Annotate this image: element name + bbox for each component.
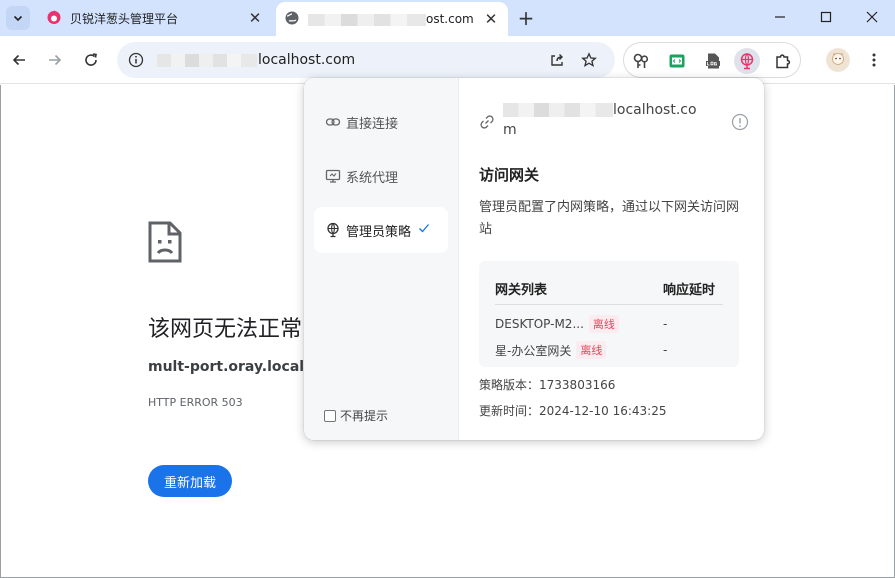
- mode-admin-policy[interactable]: 管理员策略: [314, 207, 448, 253]
- info-circle-icon: [128, 52, 144, 68]
- bookmark-button[interactable]: [577, 48, 601, 72]
- error-host: mult-port.oray.localho: [148, 359, 324, 375]
- address-bar[interactable]: localhost.com: [117, 42, 615, 78]
- gateway-table: 网关列表 响应延时 DESKTOP-M2... 离线 - 星-办公室网关 离线 …: [479, 261, 739, 367]
- new-tab-button[interactable]: +: [514, 6, 538, 30]
- tab-close-icon[interactable]: ✕: [482, 10, 500, 28]
- error-code: HTTP ERROR 503: [148, 396, 243, 409]
- gateway-name: DESKTOP-M2...: [495, 317, 584, 331]
- extension-log-button[interactable]: [700, 48, 726, 74]
- link-icon: [325, 114, 341, 130]
- table-row[interactable]: 星-办公室网关 离线 -: [495, 340, 723, 360]
- mode-label: 系统代理: [346, 170, 399, 186]
- globe-pin-icon: [325, 222, 341, 238]
- reload-toolbar-button[interactable]: [79, 48, 103, 72]
- status-badge: 离线: [588, 315, 619, 333]
- reload-button[interactable]: 重新加载: [148, 465, 232, 497]
- minimize-button[interactable]: [757, 0, 803, 34]
- link-icon: [479, 114, 495, 130]
- mode-label: 直接连接: [346, 116, 399, 132]
- share-icon: [551, 54, 563, 66]
- column-gateway-list: 网关列表: [495, 283, 548, 298]
- extension-oray-gateway-button[interactable]: [734, 48, 760, 74]
- site-info-button[interactable]: [123, 47, 149, 73]
- gateway-description: 管理员配置了内网策略，通过以下网关访问网站: [479, 200, 740, 237]
- arrow-left-icon: [12, 54, 25, 66]
- redacted-text: [157, 53, 257, 67]
- code-icon: [669, 54, 685, 68]
- info-icon[interactable]: [731, 113, 749, 131]
- extension-keys-button[interactable]: [628, 48, 654, 74]
- puzzle-icon: [776, 54, 791, 69]
- dont-show-label: 不再提示: [340, 409, 389, 423]
- table-row[interactable]: DESKTOP-M2... 离线 -: [495, 314, 723, 334]
- minimize-icon: [775, 16, 785, 18]
- refresh-icon: [85, 53, 97, 66]
- extensions-menu-button[interactable]: [770, 48, 796, 74]
- profile-avatar[interactable]: [826, 48, 850, 72]
- tab-strip: 贝锐洋葱头管理平台 ✕ ost.com ✕ +: [0, 0, 895, 36]
- back-button[interactable]: [7, 48, 31, 72]
- table-header: 网关列表 响应延时: [495, 279, 723, 305]
- mode-label: 管理员策略: [346, 224, 412, 240]
- policy-version: 策略版本：1733803166: [479, 378, 616, 392]
- current-host: localhost.co m: [479, 100, 749, 140]
- mode-system-proxy[interactable]: 系统代理: [314, 153, 448, 199]
- tab-title: 贝锐洋葱头管理平台: [70, 11, 179, 26]
- share-button[interactable]: [545, 48, 569, 72]
- globe-pin-icon: [740, 53, 754, 70]
- maximize-button[interactable]: [803, 0, 849, 34]
- dont-show-again[interactable]: 不再提示: [324, 407, 388, 424]
- browser-toolbar: localhost.com: [0, 36, 895, 84]
- url-text: localhost.com: [157, 52, 355, 68]
- checkmark-icon: [418, 222, 430, 238]
- star-icon: [581, 52, 597, 67]
- update-time: 更新时间：2024-12-10 16:43:25: [479, 404, 667, 418]
- chevron-down-icon: [13, 15, 23, 22]
- mode-direct-connection[interactable]: 直接连接: [314, 99, 448, 145]
- column-latency: 响应延时: [663, 283, 716, 298]
- gateway-popup: 直接连接 系统代理 管理员策略 不再提示 localhost.co m 访问网关…: [304, 78, 764, 440]
- gateway-latency: -: [663, 343, 668, 357]
- redacted-text: [308, 13, 426, 26]
- tab-title: ost.com: [426, 12, 474, 26]
- close-window-button[interactable]: [849, 0, 895, 34]
- oray-favicon-icon: [46, 9, 62, 28]
- tab-localhost[interactable]: ost.com ✕: [276, 2, 508, 36]
- keys-icon: [633, 53, 649, 68]
- extension-code-button[interactable]: [664, 48, 690, 74]
- gateway-panel: localhost.co m 访问网关 管理员配置了内网策略，通过以下网关访问网站…: [459, 78, 764, 440]
- tab-close-icon[interactable]: ✕: [246, 9, 264, 27]
- extensions-group: [623, 42, 801, 78]
- gateway-latency: -: [663, 317, 668, 331]
- tab-search-button[interactable]: [6, 6, 30, 30]
- status-badge: 离线: [576, 341, 607, 359]
- redacted-text: [503, 103, 613, 117]
- gateway-name: 星-办公室网关: [495, 343, 572, 358]
- dont-show-checkbox[interactable]: [324, 409, 336, 422]
- monitor-icon: [325, 168, 341, 184]
- log-icon: [706, 53, 720, 69]
- more-vertical-icon: [872, 53, 876, 67]
- globe-icon: [284, 10, 300, 29]
- close-icon: [866, 11, 878, 23]
- broken-page-icon: [148, 221, 182, 267]
- arrow-right-icon: [49, 54, 62, 66]
- connection-mode-sidebar: 直接连接 系统代理 管理员策略 不再提示: [304, 78, 459, 440]
- maximize-icon: [820, 11, 832, 23]
- error-title: 该网页无法正常: [148, 317, 303, 342]
- url-suffix: localhost.com: [258, 52, 356, 68]
- host-name: localhost.co m: [503, 102, 697, 138]
- gateway-title: 访问网关: [479, 166, 540, 184]
- tab-oray-admin[interactable]: 贝锐洋葱头管理平台 ✕: [36, 0, 272, 36]
- forward-button[interactable]: [43, 48, 67, 72]
- browser-menu-button[interactable]: [862, 48, 886, 72]
- avatar-icon: [827, 49, 849, 71]
